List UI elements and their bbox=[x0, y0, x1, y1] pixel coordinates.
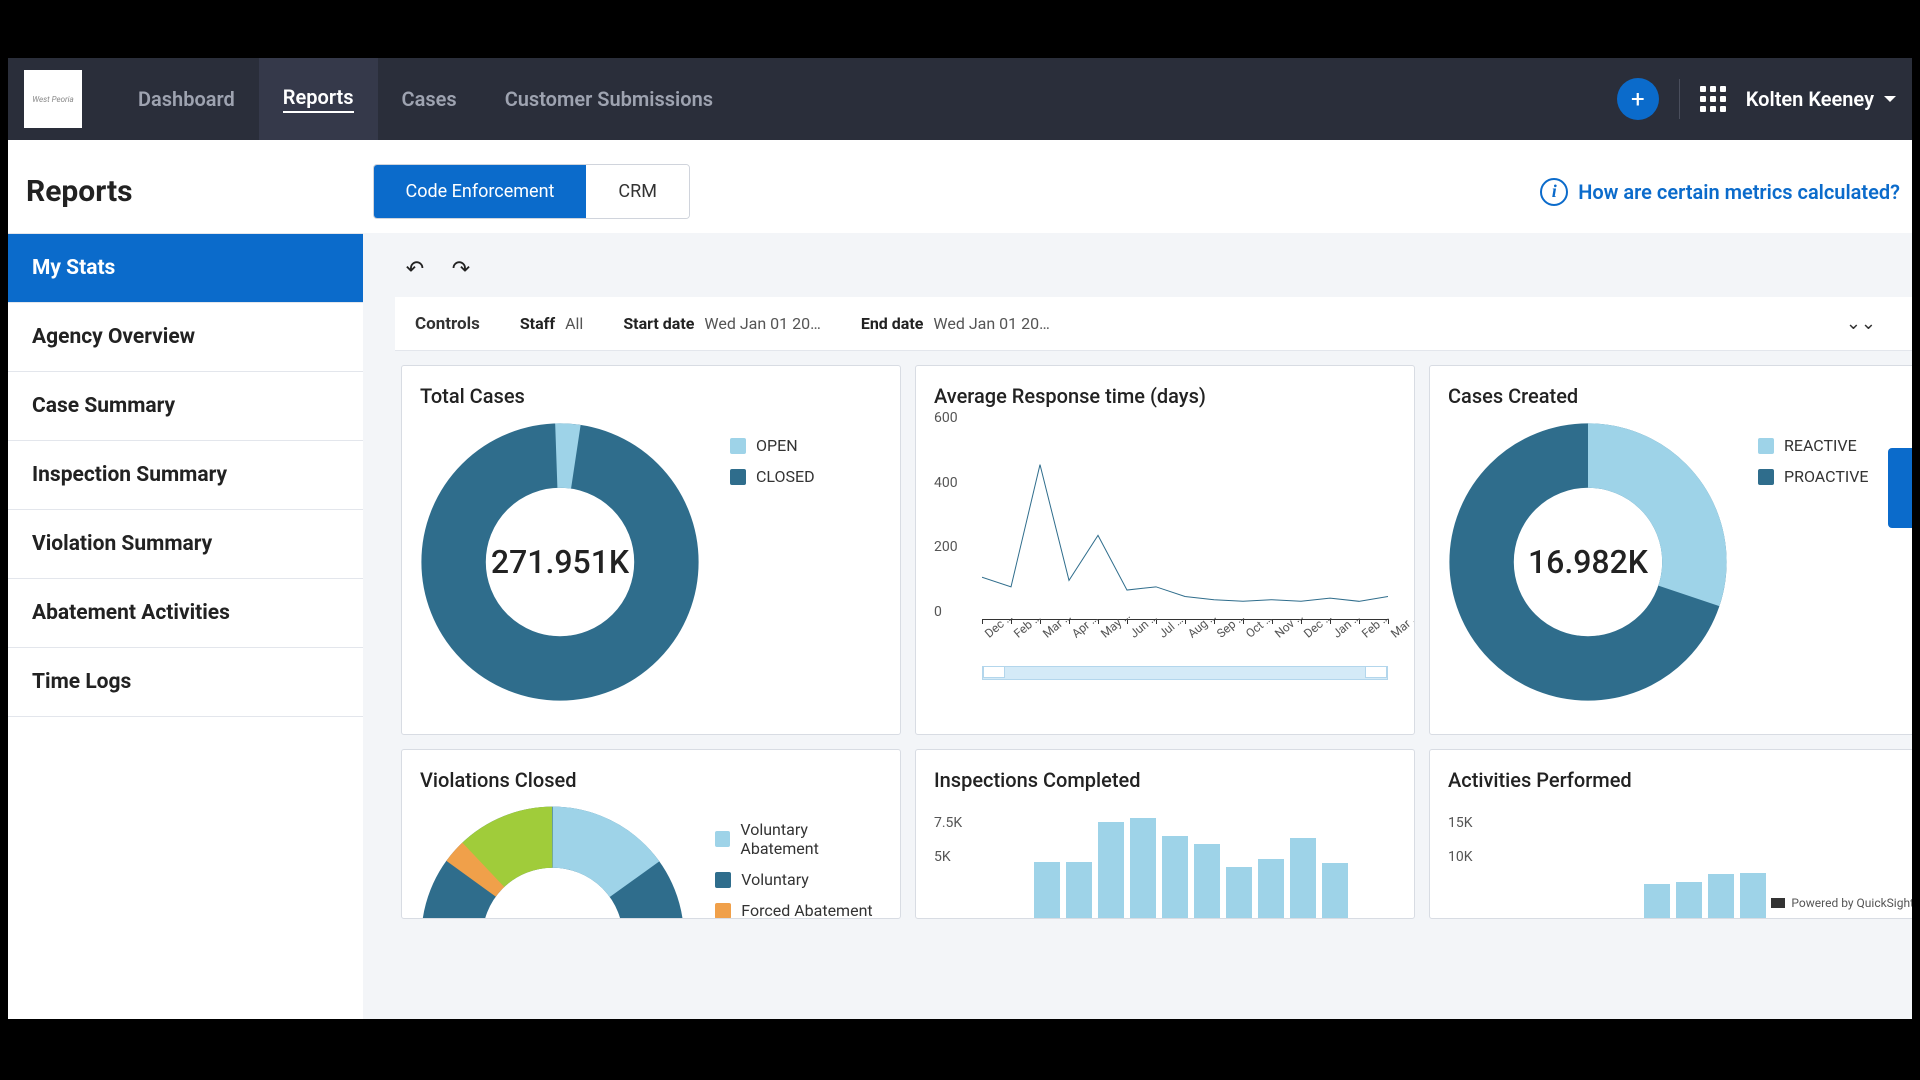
card-title: Violations Closed bbox=[420, 768, 882, 792]
segment-tab-code-enforcement[interactable]: Code Enforcement bbox=[374, 165, 587, 218]
card-title: Average Response time (days) bbox=[934, 384, 1396, 408]
info-icon: i bbox=[1540, 178, 1568, 206]
nav-tab-cases[interactable]: Cases bbox=[378, 58, 481, 140]
sidebar-item-violation-summary[interactable]: Violation Summary bbox=[8, 510, 363, 579]
add-button[interactable]: + bbox=[1617, 78, 1659, 120]
powered-by-label: Powered by QuickSight bbox=[1767, 894, 1912, 912]
nav-tab-dashboard[interactable]: Dashboard bbox=[114, 58, 259, 140]
collapse-controls-icon[interactable]: ⌄⌄ bbox=[1846, 313, 1876, 334]
card-violations-closed: Violations Closed Voluntary Abatement Vol… bbox=[401, 749, 901, 919]
nav-tabs: DashboardReportsCasesCustomer Submission… bbox=[114, 58, 737, 140]
legend-item: Voluntary bbox=[715, 870, 882, 889]
help-side-tab[interactable] bbox=[1888, 448, 1912, 528]
sidebar-item-agency-overview[interactable]: Agency Overview bbox=[8, 303, 363, 372]
user-name-label: Kolten Keeney bbox=[1746, 87, 1874, 111]
legend-item: PROACTIVE bbox=[1758, 467, 1869, 486]
segment-tab-crm[interactable]: CRM bbox=[586, 165, 689, 218]
controls-label: Controls bbox=[415, 314, 480, 334]
main-content: ↶ ↷ Controls StaffAll Start dateWed Jan … bbox=[363, 233, 1912, 1019]
time-range-slider[interactable] bbox=[982, 666, 1388, 680]
subheader: Reports Code EnforcementCRM i How are ce… bbox=[8, 140, 1912, 233]
avg-response-linechart: 0200400600Dec …Feb …Mar …Apr …May …Jun …… bbox=[934, 418, 1396, 668]
start-date-filter[interactable]: Start dateWed Jan 01 20… bbox=[623, 314, 821, 333]
cases-created-value: 16.982K bbox=[1528, 543, 1648, 581]
metrics-info-link[interactable]: i How are certain metrics calculated? bbox=[1540, 178, 1900, 206]
chevron-down-icon bbox=[1884, 96, 1896, 102]
card-title: Inspections Completed bbox=[934, 768, 1396, 792]
separator bbox=[1679, 79, 1680, 119]
card-title: Cases Created bbox=[1448, 384, 1910, 408]
redo-button[interactable]: ↷ bbox=[447, 255, 475, 283]
total-cases-value: 271.951K bbox=[491, 543, 629, 581]
page-title: Reports bbox=[26, 174, 133, 209]
legend-item: Forced Abatement bbox=[715, 901, 882, 919]
total-cases-donut: 271.951K bbox=[420, 422, 700, 702]
legend-item: OPEN bbox=[730, 436, 815, 455]
card-activities: Activities Performed 10K15K Powered by Q… bbox=[1429, 749, 1912, 919]
violations-closed-donut bbox=[420, 798, 685, 919]
inspections-barchart: 5K7.5K bbox=[934, 802, 1396, 919]
report-toolbar: ↶ ↷ bbox=[395, 251, 1912, 297]
sidebar: My StatsAgency OverviewCase SummaryInspe… bbox=[8, 233, 363, 1019]
legend-item: REACTIVE bbox=[1758, 436, 1869, 455]
cases-created-donut: 16.982K bbox=[1448, 422, 1728, 702]
sidebar-item-inspection-summary[interactable]: Inspection Summary bbox=[8, 441, 363, 510]
controls-bar: Controls StaffAll Start dateWed Jan 01 2… bbox=[395, 297, 1912, 351]
segment-tabs: Code EnforcementCRM bbox=[373, 164, 690, 219]
sidebar-item-case-summary[interactable]: Case Summary bbox=[8, 372, 363, 441]
legend-item: CLOSED bbox=[730, 467, 815, 486]
nav-tab-customer-submissions[interactable]: Customer Submissions bbox=[481, 58, 737, 140]
card-inspections: Inspections Completed 5K7.5K bbox=[915, 749, 1415, 919]
card-title: Total Cases bbox=[420, 384, 882, 408]
org-logo: West Peoria bbox=[24, 70, 82, 128]
topbar: West Peoria DashboardReportsCasesCustome… bbox=[8, 58, 1912, 140]
card-title: Activities Performed bbox=[1448, 768, 1910, 792]
legend-item: Voluntary Abatement bbox=[715, 820, 882, 858]
end-date-filter[interactable]: End dateWed Jan 01 20… bbox=[861, 314, 1050, 333]
apps-grid-icon[interactable] bbox=[1700, 86, 1726, 112]
sidebar-item-time-logs[interactable]: Time Logs bbox=[8, 648, 363, 717]
nav-tab-reports[interactable]: Reports bbox=[259, 58, 378, 140]
card-cases-created: Cases Created 16.982K REACTIVE PROACTIVE bbox=[1429, 365, 1912, 735]
sidebar-item-abatement-activities[interactable]: Abatement Activities bbox=[8, 579, 363, 648]
undo-button[interactable]: ↶ bbox=[401, 255, 429, 283]
info-link-label: How are certain metrics calculated? bbox=[1578, 180, 1900, 204]
user-menu[interactable]: Kolten Keeney bbox=[1746, 87, 1896, 111]
card-avg-response: Average Response time (days) 0200400600D… bbox=[915, 365, 1415, 735]
sidebar-item-my-stats[interactable]: My Stats bbox=[8, 234, 363, 303]
card-total-cases: Total Cases 271.951K OPEN CLOSED bbox=[401, 365, 901, 735]
staff-filter[interactable]: StaffAll bbox=[520, 314, 584, 333]
